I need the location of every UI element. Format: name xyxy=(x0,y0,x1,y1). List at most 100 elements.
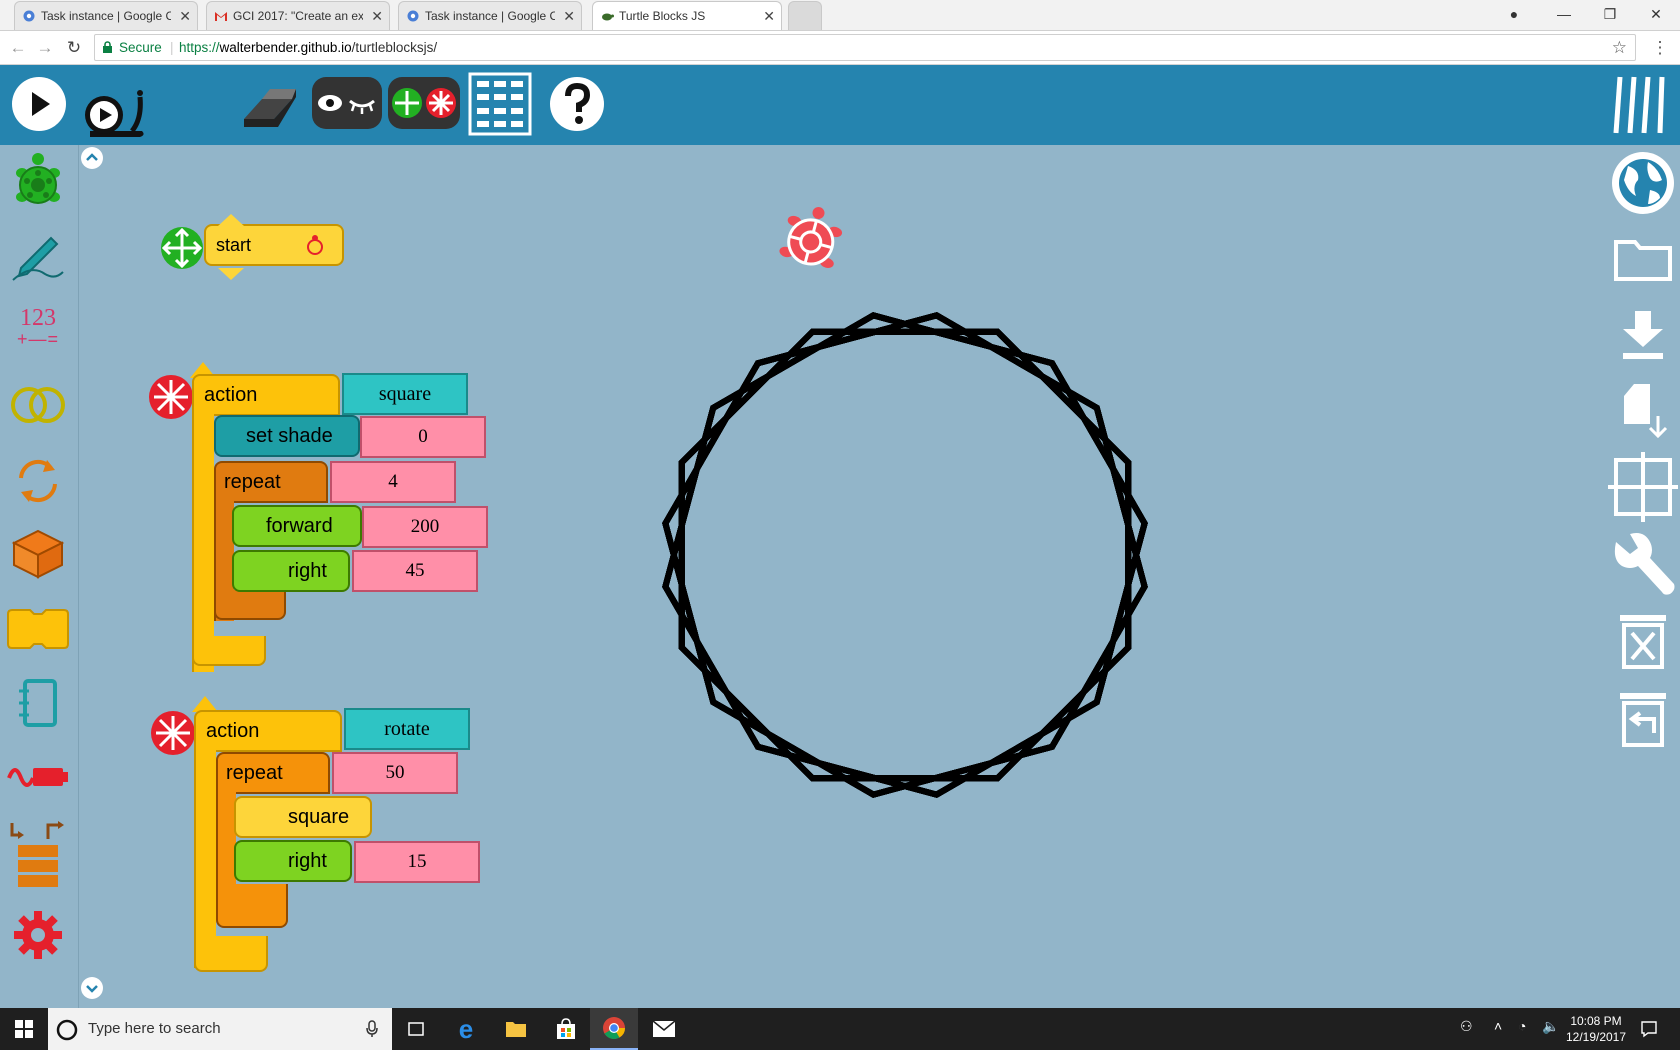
restore-button[interactable]: ❐ xyxy=(1590,2,1630,26)
store-button[interactable] xyxy=(542,1008,590,1050)
hide-blocks-button[interactable] xyxy=(312,77,382,129)
right-angle-arg[interactable]: 15 xyxy=(354,841,480,883)
profile-icon[interactable]: ● xyxy=(1494,2,1534,26)
bookmark-star-icon[interactable]: ☆ xyxy=(1612,35,1627,60)
pen-icon xyxy=(12,236,64,281)
repeat-count-arg[interactable]: 4 xyxy=(330,461,456,503)
reload-button[interactable]: ↻ xyxy=(62,36,86,60)
new-tab-button[interactable] xyxy=(788,1,822,30)
turtle-path-shape xyxy=(662,312,1148,798)
gmail-icon xyxy=(215,12,227,21)
repeat-block[interactable]: repeat xyxy=(214,461,328,503)
restore-trash-button[interactable] xyxy=(1608,684,1678,754)
delete-all-button[interactable] xyxy=(1608,606,1678,676)
palette-extras[interactable] xyxy=(6,815,70,895)
forward-block[interactable]: forward xyxy=(232,505,362,547)
right-block[interactable]: right xyxy=(232,550,350,592)
palette-boolean[interactable] xyxy=(6,373,70,437)
action-block[interactable]: action xyxy=(192,374,340,416)
task-view-button[interactable] xyxy=(392,1008,440,1050)
collapse-blocks-button[interactable] xyxy=(388,77,460,129)
center-turtle-button[interactable] xyxy=(1608,452,1678,522)
turtle-path-shape xyxy=(678,328,1132,782)
grid-button[interactable] xyxy=(468,72,532,136)
microphone-icon[interactable] xyxy=(366,1020,378,1038)
set-shade-block[interactable]: set shade xyxy=(214,415,360,457)
close-icon[interactable]: ✕ xyxy=(371,8,383,25)
chrome-taskbar-button[interactable] xyxy=(590,1008,638,1050)
repeat-count-arg[interactable]: 50 xyxy=(332,752,458,794)
turtle-icon xyxy=(16,153,60,204)
palette-number[interactable]: 123 +—= xyxy=(6,295,70,359)
tab-title: GCI 2017: "Create an exa xyxy=(233,9,363,23)
forward-button[interactable]: → xyxy=(33,36,57,60)
close-icon[interactable]: ✕ xyxy=(563,8,575,25)
action-name-arg[interactable]: square xyxy=(342,373,468,415)
browser-tab[interactable]: Task instance | Google Co ✕ xyxy=(14,1,198,30)
file-explorer-button[interactable] xyxy=(492,1008,540,1050)
collapse-action-icon[interactable] xyxy=(148,374,194,420)
action-block-arm xyxy=(192,414,214,672)
taskbar-search-box[interactable]: Type here to search xyxy=(48,1008,392,1050)
chrome-menu-icon[interactable]: ⋮ xyxy=(1648,36,1672,60)
collapse-action-icon[interactable] xyxy=(150,710,196,756)
language-button[interactable] xyxy=(1608,148,1678,218)
palette-action[interactable] xyxy=(6,597,70,661)
help-button[interactable] xyxy=(548,75,606,133)
clock[interactable]: 10:08 PM 12/19/2017 xyxy=(1560,1013,1632,1045)
action-block[interactable]: action xyxy=(194,710,342,752)
gear-icon xyxy=(407,10,419,22)
browser-tab[interactable]: GCI 2017: "Create an exa ✕ xyxy=(206,1,390,30)
shade-value-arg[interactable]: 0 xyxy=(360,416,486,458)
boolean-rings-icon xyxy=(11,387,65,423)
turtle-path-shape xyxy=(662,312,1148,798)
open-file-button[interactable] xyxy=(1608,224,1678,294)
mail-button[interactable] xyxy=(640,1008,688,1050)
palette-sensors[interactable] xyxy=(6,745,70,809)
run-slow-button[interactable] xyxy=(82,79,150,141)
load-samples-button[interactable] xyxy=(1608,376,1678,446)
right-label: right xyxy=(288,559,327,582)
repeat-block[interactable]: repeat xyxy=(216,752,330,794)
right-block[interactable]: right xyxy=(234,840,352,882)
action-name-arg[interactable]: rotate xyxy=(344,708,470,750)
palette-turtle[interactable] xyxy=(6,149,70,213)
action-block-foot xyxy=(194,936,268,972)
start-button[interactable] xyxy=(0,1008,48,1050)
close-icon[interactable]: ✕ xyxy=(763,8,775,25)
palette-box[interactable] xyxy=(6,521,70,585)
square-action-call-block[interactable]: square xyxy=(234,796,372,838)
volume-icon[interactable]: 🔈 xyxy=(1542,1018,1559,1035)
divider: | xyxy=(170,40,174,55)
palette-pen[interactable] xyxy=(6,223,70,287)
wifi-icon[interactable]: ◔ xyxy=(1518,1018,1526,1034)
wrench-icon xyxy=(1614,533,1675,595)
browser-tab-active[interactable]: Turtle Blocks JS ✕ xyxy=(592,1,782,30)
close-window-button[interactable]: ✕ xyxy=(1636,2,1676,26)
turtle-sprite-icon[interactable] xyxy=(776,206,846,276)
minimize-button[interactable]: — xyxy=(1544,2,1584,26)
save-button[interactable] xyxy=(1608,300,1678,370)
action-center-icon[interactable] xyxy=(1640,1020,1658,1038)
show-hidden-icons-chevron-icon[interactable]: ˄ xyxy=(1494,1018,1502,1034)
clear-button[interactable] xyxy=(240,83,298,129)
browser-tab[interactable]: Task instance | Google Co ✕ xyxy=(398,1,582,30)
tools-button[interactable] xyxy=(1608,530,1678,600)
url-field[interactable]: Secure | https://walterbender.github.io/… xyxy=(94,34,1636,61)
run-button[interactable] xyxy=(10,75,68,133)
search-placeholder: Type here to search xyxy=(88,1020,221,1037)
edge-button[interactable]: e xyxy=(442,1008,490,1050)
turtle-drawing-canvas[interactable] xyxy=(520,170,1290,940)
palette-media[interactable] xyxy=(6,671,70,735)
scroll-up-button[interactable] xyxy=(80,146,104,170)
menu-button[interactable] xyxy=(1612,73,1668,137)
scroll-down-button[interactable] xyxy=(80,976,104,1000)
people-icon[interactable]: ⚇ xyxy=(1460,1018,1473,1035)
close-icon[interactable]: ✕ xyxy=(179,8,191,25)
forward-distance-arg[interactable]: 200 xyxy=(362,506,488,548)
collapse-start-icon[interactable] xyxy=(160,226,204,270)
back-button[interactable]: ← xyxy=(6,36,30,60)
palette-flow[interactable] xyxy=(6,449,70,513)
palette-settings[interactable] xyxy=(6,903,70,967)
right-angle-arg[interactable]: 45 xyxy=(352,550,478,592)
